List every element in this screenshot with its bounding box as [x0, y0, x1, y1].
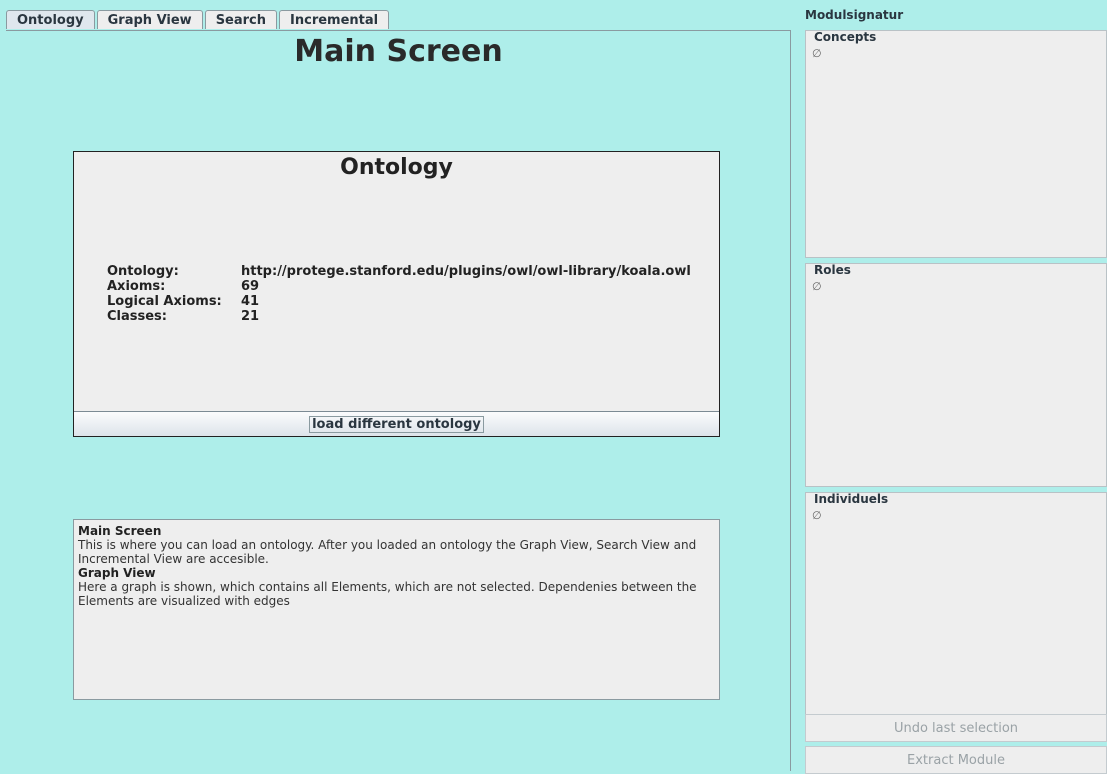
info-value: 41 [241, 294, 260, 309]
info-key: Axioms: [107, 279, 166, 294]
info-value: 21 [241, 309, 260, 324]
individuals-label: Individuels [814, 492, 889, 506]
info-value: http://protege.stanford.edu/plugins/owl/… [241, 264, 691, 279]
info-row-ontology: Ontology: http://protege.stanford.edu/pl… [107, 264, 691, 279]
concepts-list[interactable]: Concepts ∅ [805, 30, 1107, 258]
tab-ontology[interactable]: Ontology [6, 10, 95, 29]
tab-divider [6, 30, 791, 31]
load-ontology-button[interactable]: load different ontology [74, 411, 719, 436]
tab-panel-edge [790, 30, 791, 771]
info-row-axioms: Axioms: 69 [107, 279, 691, 294]
concepts-label: Concepts [814, 30, 877, 44]
info-key: Ontology: [107, 264, 179, 279]
tab-graph-view[interactable]: Graph View [96, 10, 203, 29]
individuals-empty: ∅ [812, 509, 822, 522]
roles-empty: ∅ [812, 280, 822, 293]
ontology-panel: Ontology Ontology: http://protege.stanfo… [73, 151, 720, 437]
help-heading-main: Main Screen [78, 524, 162, 538]
info-key: Classes: [107, 309, 167, 324]
tab-incremental[interactable]: Incremental [279, 10, 390, 29]
ontology-info: Ontology: http://protege.stanford.edu/pl… [107, 264, 691, 324]
ontology-panel-title: Ontology [340, 155, 453, 180]
help-text-area[interactable]: Main Screen This is where you can load a… [73, 519, 720, 700]
info-row-logical-axioms: Logical Axioms: 41 [107, 294, 691, 309]
tab-search[interactable]: Search [204, 10, 278, 29]
undo-selection-button[interactable]: Undo last selection [805, 714, 1107, 742]
load-ontology-button-label: load different ontology [309, 416, 484, 433]
help-text-graph: Here a graph is shown, which contains al… [78, 580, 697, 608]
info-value: 69 [241, 279, 260, 294]
module-signature-sidebar: Modulsignatur Concepts ∅ Roles ∅ Individ… [805, 8, 1107, 774]
info-key: Logical Axioms: [107, 294, 222, 309]
individuals-list[interactable]: Individuels ∅ [805, 492, 1107, 717]
help-heading-graph: Graph View [78, 566, 156, 580]
roles-label: Roles [814, 263, 851, 277]
extract-module-button[interactable]: Extract Module [805, 746, 1107, 774]
page-title: Main Screen [294, 34, 503, 69]
help-text-main: This is where you can load an ontology. … [78, 538, 697, 566]
tab-bar: Ontology Graph View Search Incremental [6, 10, 391, 30]
sidebar-title: Modulsignatur [805, 8, 904, 22]
info-row-classes: Classes: 21 [107, 309, 691, 324]
roles-list[interactable]: Roles ∅ [805, 263, 1107, 487]
concepts-empty: ∅ [812, 47, 822, 60]
